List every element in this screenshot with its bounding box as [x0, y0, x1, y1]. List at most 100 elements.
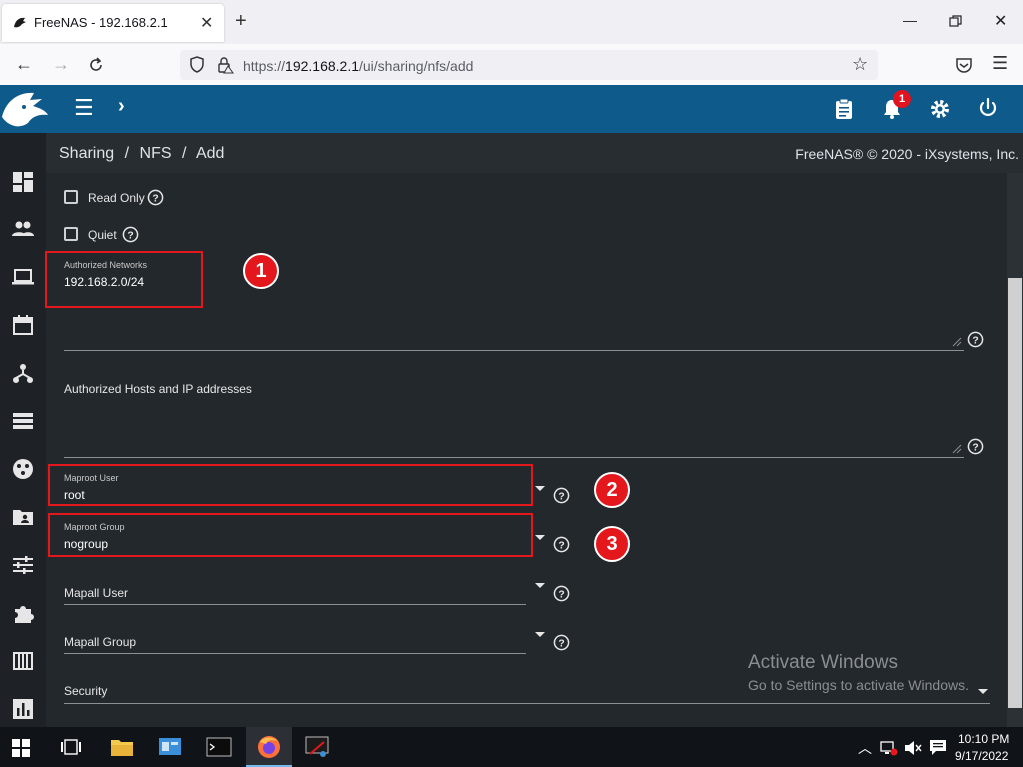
dropdown-caret-icon[interactable] — [535, 535, 545, 540]
file-explorer-icon[interactable] — [109, 734, 135, 760]
restore-window-icon[interactable] — [949, 15, 962, 28]
action-center-icon[interactable] — [929, 739, 947, 756]
back-icon[interactable]: ← — [15, 54, 33, 75]
windows-start-icon[interactable] — [12, 739, 30, 757]
maproot-user-label: Maproot User — [64, 473, 119, 483]
forward-icon[interactable]: → — [52, 54, 70, 75]
sidebar-item-dashboard[interactable] — [12, 171, 34, 193]
annotation-marker-1: 1 — [243, 253, 279, 289]
sidebar-item-accounts[interactable] — [12, 218, 34, 240]
sidebar-item-plugins[interactable] — [12, 602, 34, 624]
task-view-icon[interactable] — [60, 738, 82, 756]
firefox-taskbar-active[interactable] — [246, 727, 292, 767]
read-only-checkbox[interactable] — [64, 190, 78, 204]
breadcrumb-nfs[interactable]: NFS — [140, 145, 172, 162]
freenas-logo-icon[interactable] — [0, 87, 50, 131]
security-select[interactable]: Security — [64, 684, 107, 698]
task-manager-icon[interactable] — [834, 98, 854, 120]
breadcrumb-separator: / — [124, 145, 130, 162]
annotation-highlight-box — [48, 513, 533, 557]
taskbar-clock-date[interactable]: 9/17/2022 — [955, 749, 1008, 763]
sidebar-item-directory-services[interactable] — [12, 458, 34, 480]
textarea-resize-handle-icon[interactable] — [950, 442, 962, 454]
annotation-highlight-box — [48, 464, 533, 506]
dropdown-caret-icon[interactable] — [535, 583, 545, 588]
help-icon[interactable]: ? — [967, 331, 984, 348]
mapall-group-select[interactable]: Mapall Group — [64, 635, 136, 649]
browser-tab-bar: FreeNAS - 192.168.2.1 ✕ + — ✕ — [0, 0, 1023, 44]
address-bar[interactable]: https://192.168.2.1/ui/sharing/nfs/add ☆ — [180, 50, 878, 80]
authorized-hosts-input[interactable] — [64, 457, 964, 458]
menu-toggle-icon[interactable]: ☰ — [74, 95, 94, 121]
firefox-icon[interactable] — [256, 734, 282, 760]
url-text[interactable]: https://192.168.2.1/ui/sharing/nfs/add — [243, 58, 473, 74]
notification-count-badge: 1 — [893, 90, 911, 108]
reload-icon[interactable] — [87, 56, 105, 74]
sidebar-item-tasks[interactable] — [12, 314, 34, 336]
svg-text:?: ? — [558, 540, 564, 551]
windows-taskbar: ︿ — [0, 727, 1023, 767]
help-icon[interactable]: ? — [553, 585, 570, 602]
annotation-marker-2: 2 — [594, 472, 630, 508]
breadcrumb-sharing[interactable]: Sharing — [59, 145, 114, 162]
copyright-text: FreeNAS® © 2020 - iXsystems, Inc. — [795, 146, 1019, 162]
network-status-icon[interactable] — [880, 740, 898, 756]
textarea-resize-handle-icon[interactable] — [950, 335, 962, 347]
authorized-networks-input[interactable]: 192.168.2.0/24 — [64, 275, 144, 289]
sidebar-item-reporting[interactable] — [12, 698, 34, 720]
sidebar-item-services[interactable] — [12, 554, 34, 576]
sidebar-item-jails[interactable] — [12, 650, 34, 672]
tray-overflow-chevron-icon[interactable]: ︿ — [858, 738, 872, 758]
help-icon[interactable]: ? — [122, 226, 139, 243]
maproot-group-select[interactable]: nogroup — [64, 537, 108, 551]
authorized-networks-label: Authorized Networks — [64, 260, 148, 270]
sidebar-nav — [0, 133, 46, 727]
breadcrumb: Sharing / NFS / Add — [59, 145, 224, 163]
bookmark-star-icon[interactable]: ☆ — [852, 54, 868, 75]
sidebar-item-network[interactable] — [12, 362, 34, 384]
power-icon[interactable] — [977, 97, 999, 119]
minimize-window-icon[interactable]: — — [903, 12, 917, 28]
maproot-user-select[interactable]: root — [64, 488, 85, 502]
mapall-group-underline — [64, 653, 526, 654]
browser-tab[interactable]: FreeNAS - 192.168.2.1 ✕ — [2, 4, 224, 42]
quiet-checkbox[interactable] — [64, 227, 78, 241]
sidebar-item-system[interactable] — [12, 266, 34, 288]
dropdown-caret-icon[interactable] — [535, 632, 545, 637]
command-prompt-icon[interactable] — [206, 734, 232, 760]
pocket-icon[interactable] — [955, 57, 973, 74]
new-tab-icon[interactable]: + — [235, 10, 247, 33]
svg-text:?: ? — [127, 230, 133, 241]
browser-menu-icon[interactable]: ☰ — [992, 53, 1008, 74]
mapall-user-select[interactable]: Mapall User — [64, 586, 128, 600]
svg-text:?: ? — [152, 193, 158, 204]
shield-icon[interactable] — [189, 56, 205, 74]
lock-warning-icon[interactable] — [216, 56, 234, 74]
content-scrollbar[interactable] — [1007, 173, 1023, 727]
dropdown-caret-icon[interactable] — [535, 486, 545, 491]
svg-text:?: ? — [972, 335, 978, 346]
quiet-label: Quiet — [88, 228, 117, 242]
svg-text:?: ? — [972, 442, 978, 453]
taskbar-clock-time[interactable]: 10:10 PM — [958, 732, 1009, 746]
breadcrumb-bar: Sharing / NFS / Add FreeNAS® © 2020 - iX… — [46, 133, 1023, 173]
help-icon[interactable]: ? — [553, 487, 570, 504]
chevron-right-icon[interactable]: › — [118, 95, 125, 118]
close-window-icon[interactable]: ✕ — [994, 11, 1007, 31]
settings-gear-icon[interactable] — [929, 98, 951, 120]
scrollbar-thumb[interactable] — [1008, 278, 1022, 708]
close-tab-icon[interactable]: ✕ — [200, 13, 213, 33]
help-icon[interactable]: ? — [553, 536, 570, 553]
snipping-tool-icon[interactable] — [304, 734, 330, 760]
activate-windows-watermark: Activate Windows — [748, 652, 898, 673]
authorized-networks-underline — [64, 350, 964, 351]
help-icon[interactable]: ? — [147, 189, 164, 206]
volume-muted-icon[interactable] — [904, 740, 922, 756]
help-icon[interactable]: ? — [553, 634, 570, 651]
dropdown-caret-icon[interactable] — [978, 689, 988, 694]
sidebar-item-storage[interactable] — [12, 410, 34, 432]
help-icon[interactable]: ? — [967, 438, 984, 455]
read-only-label: Read Only — [88, 191, 145, 205]
sidebar-item-sharing[interactable] — [12, 506, 34, 528]
control-panel-icon[interactable] — [157, 734, 183, 760]
